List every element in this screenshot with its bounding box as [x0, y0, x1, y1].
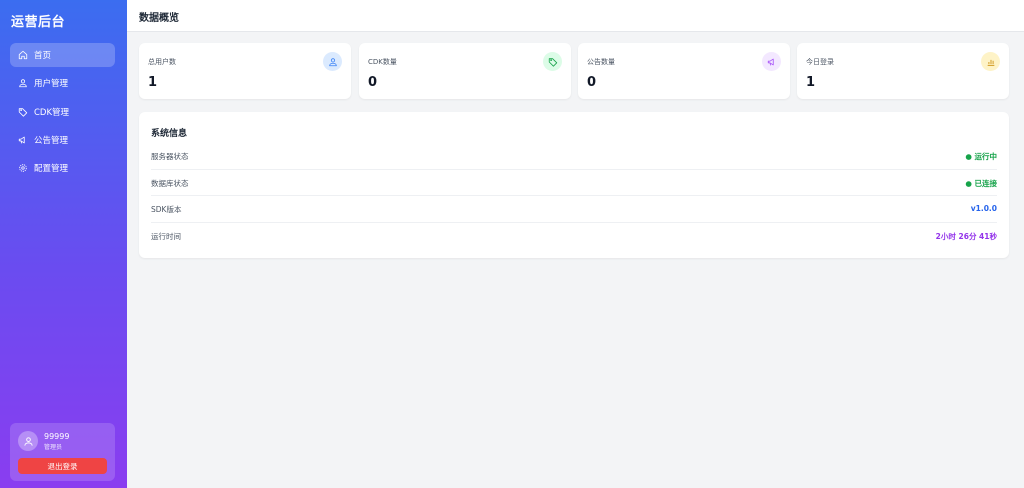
- sdk-version-value: v1.0.0: [970, 204, 997, 213]
- logout-button[interactable]: 退出登录: [18, 458, 107, 474]
- system-info-title: 系统信息: [151, 129, 188, 139]
- tag-icon: [543, 52, 562, 71]
- info-row-sdk-version: SDK版本 v1.0.0: [151, 196, 997, 223]
- stat-label: CDK数量: [368, 58, 397, 66]
- info-row-uptime: 运行时间 2小时 26分 41秒: [151, 223, 997, 250]
- stat-card-total-users: 总用户数 1: [139, 43, 351, 99]
- sidebar-item-cdk[interactable]: CDK管理: [10, 100, 115, 124]
- sidebar-item-settings[interactable]: 配置管理: [10, 156, 115, 180]
- tag-icon: [18, 107, 28, 117]
- status-badge: ● 已连接: [965, 178, 997, 188]
- header: 数据概览: [127, 0, 1024, 32]
- stat-value: 1: [806, 75, 816, 90]
- sidebar-item-home[interactable]: 首页: [10, 43, 115, 67]
- stat-label: 总用户数: [148, 58, 176, 66]
- user-card: 99999 管理员 退出登录: [10, 423, 115, 481]
- stat-value: 0: [587, 75, 597, 90]
- info-label: 运行时间: [151, 231, 181, 241]
- home-icon: [18, 50, 28, 60]
- sidebar-nav: 首页 用户管理 CDK管理 公告管理 配置管理: [10, 43, 115, 184]
- info-label: 数据库状态: [151, 178, 189, 188]
- user-icon: [23, 436, 33, 446]
- brand-title: 运营后台: [11, 15, 66, 30]
- info-row-database-status: 数据库状态 ● 已连接: [151, 170, 997, 196]
- stat-label: 今日登录: [806, 58, 834, 66]
- stat-value: 1: [148, 75, 158, 90]
- sidebar-item-label: 配置管理: [34, 164, 69, 175]
- sidebar-item-label: 公告管理: [34, 135, 69, 146]
- info-row-server-status: 服务器状态 ● 运行中: [151, 143, 997, 170]
- sidebar-item-label: CDK管理: [34, 107, 70, 118]
- info-label: SDK版本: [151, 205, 182, 214]
- uptime-value: 2小时 26分 41秒: [935, 231, 997, 241]
- stat-card-announcement-count: 公告数量 0: [578, 43, 790, 99]
- info-label: 服务器状态: [151, 152, 189, 161]
- status-badge: ● 运行中: [965, 152, 997, 161]
- user-role: 管理员: [44, 444, 63, 451]
- bar-chart-icon: [981, 52, 1000, 71]
- sidebar-item-announcements[interactable]: 公告管理: [10, 128, 115, 152]
- stat-value: 0: [368, 75, 378, 90]
- users-icon: [323, 52, 342, 71]
- stat-card-cdk-count: CDK数量 0: [359, 43, 571, 99]
- users-icon: [19, 79, 27, 88]
- stat-label: 公告数量: [587, 58, 615, 66]
- stat-card-today-logins: 今日登录 1: [797, 43, 1009, 99]
- user-name: 99999: [44, 432, 70, 441]
- gear-icon: [19, 164, 27, 172]
- megaphone-icon: [18, 136, 25, 144]
- megaphone-icon: [762, 52, 781, 71]
- sidebar-item-label: 首页: [34, 51, 52, 61]
- sidebar: 运营后台 首页 用户管理 CDK管理 公告管理 配置管理 99999 管理员 退…: [0, 0, 127, 488]
- system-info-card: 系统信息 服务器状态 ● 运行中 数据库状态 ● 已连接 SDK版本 v1.0.…: [139, 112, 1009, 258]
- sidebar-item-label: 用户管理: [34, 79, 69, 90]
- avatar: [18, 431, 38, 451]
- sidebar-item-users[interactable]: 用户管理: [10, 71, 115, 95]
- page-title: 数据概览: [139, 13, 179, 24]
